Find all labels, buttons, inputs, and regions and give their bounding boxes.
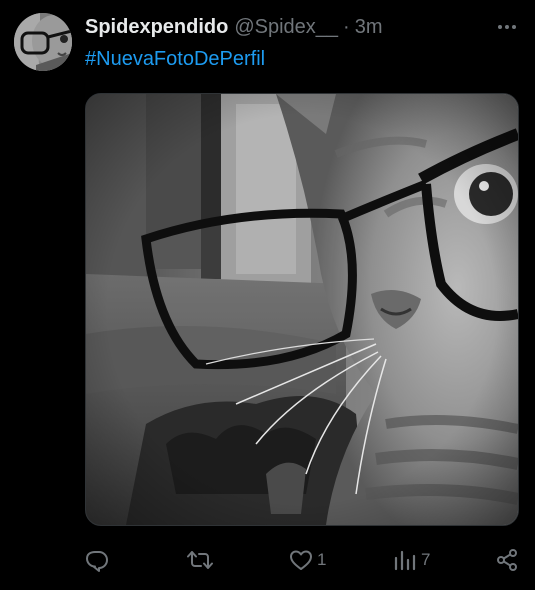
like-count: 1 — [317, 550, 327, 569]
views-button[interactable]: 7 — [393, 544, 430, 576]
user-handle[interactable]: @Spidex__ — [234, 16, 338, 39]
avatar-image — [14, 13, 72, 71]
retweet-icon — [187, 551, 213, 569]
avatar[interactable] — [14, 13, 72, 71]
photo-cat-with-glasses — [86, 94, 518, 525]
more-options-button[interactable] — [495, 18, 519, 36]
display-name[interactable]: Spidexpendido — [85, 16, 228, 39]
more-dots-icon — [498, 25, 516, 29]
heart-icon — [290, 550, 312, 570]
analytics-icon — [394, 550, 416, 571]
tweet-card[interactable]: Spidexpendido @Spidex__ · 3m #NuevaFotoD… — [0, 0, 535, 590]
hashtag-link[interactable]: #NuevaFotoDePerfil — [85, 48, 265, 70]
views-count: 7 — [421, 550, 431, 569]
reply-icon — [86, 551, 108, 572]
tweet-photo[interactable] — [85, 93, 519, 526]
like-button[interactable]: 1 — [289, 544, 326, 576]
reply-button[interactable] — [85, 544, 113, 576]
timestamp[interactable]: 3m — [355, 16, 383, 39]
tweet-actions: 1 7 — [85, 544, 521, 576]
retweet-button[interactable] — [187, 544, 217, 576]
tweet-text: #NuevaFotoDePerfil — [85, 48, 265, 71]
separator-dot: · — [343, 16, 350, 38]
tweet-header: Spidexpendido @Spidex__ · 3m — [85, 16, 383, 40]
share-icon — [497, 549, 517, 571]
share-button[interactable] — [495, 544, 523, 576]
